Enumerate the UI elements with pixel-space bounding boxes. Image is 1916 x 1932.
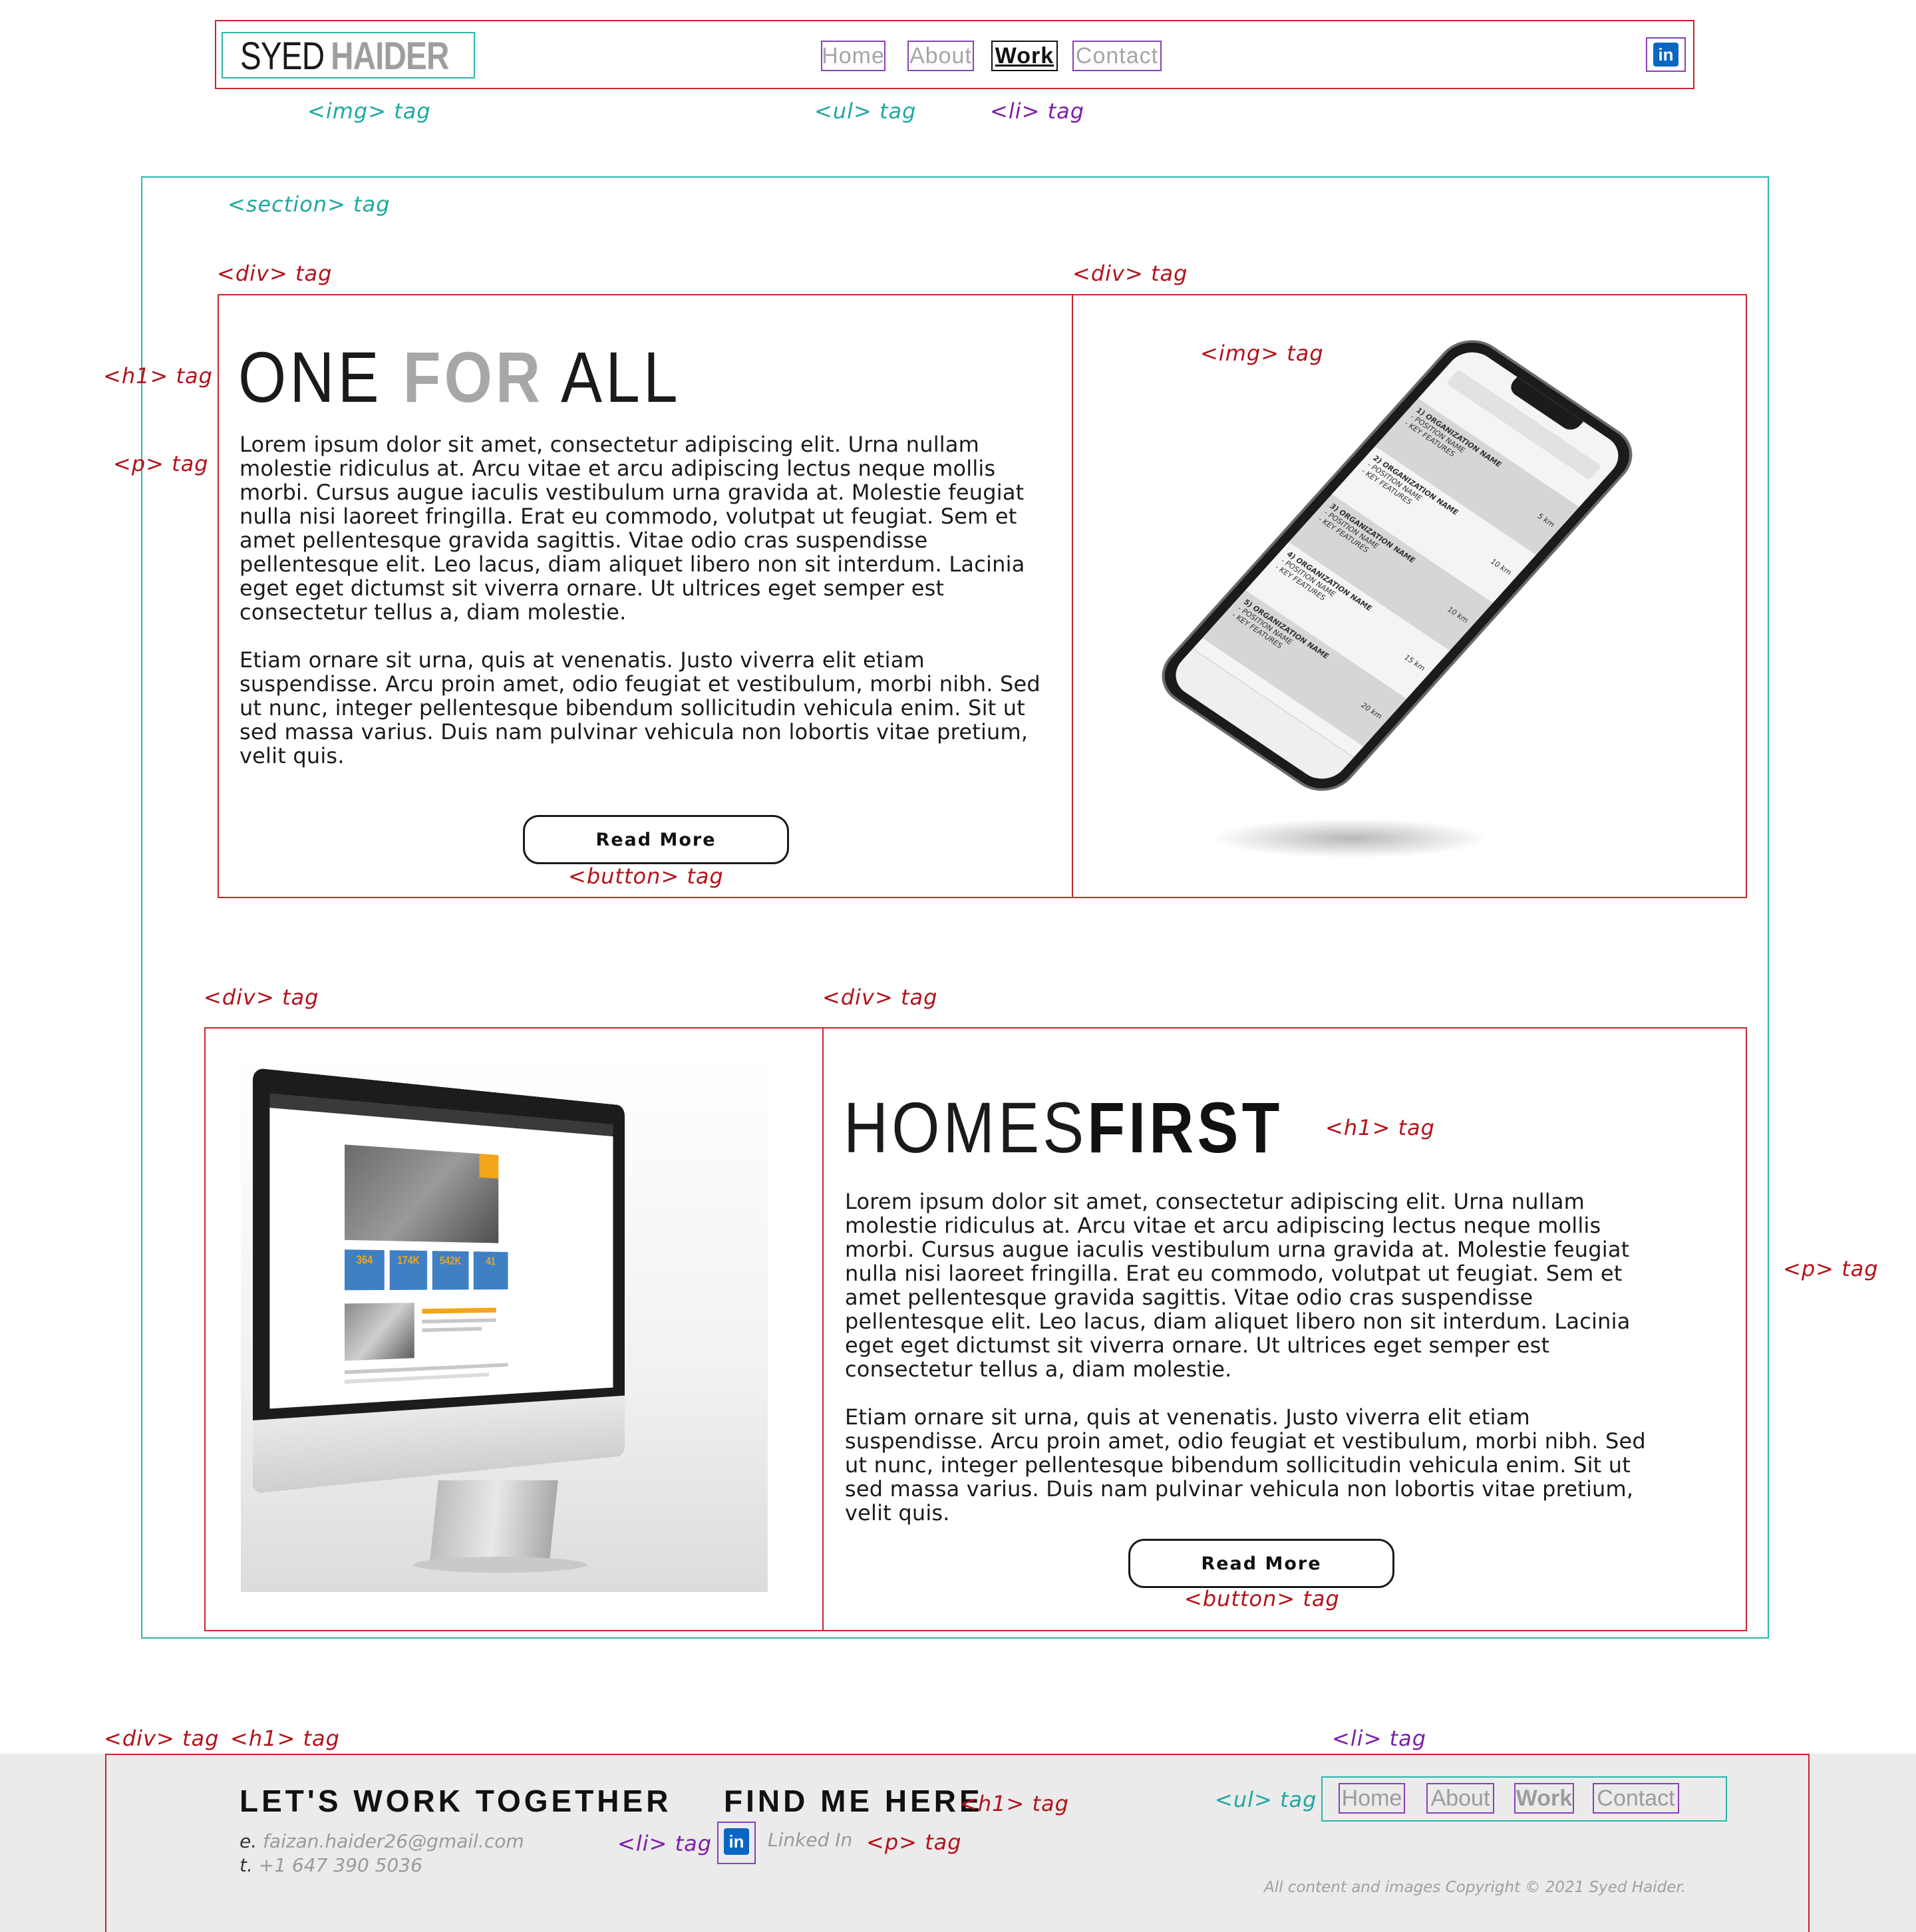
- tag-label-p-footer: <p> tag: [866, 1830, 962, 1855]
- footer-heading-work-together: LET'S WORK TOGETHER: [240, 1784, 672, 1818]
- project1-title-all: ALL: [561, 337, 681, 417]
- project2-title-first: FIRST: [1087, 1087, 1283, 1168]
- phone-mockup-image: 1) ORGANIZATION NAME - POSITION NAME - KEY…: [1091, 313, 1643, 872]
- imac-stat-tile: 41: [473, 1251, 508, 1290]
- linkedin-icon: in: [724, 1828, 749, 1855]
- tag-label-p-p1: <p> tag: [113, 451, 209, 476]
- imac-stat-tile: 364: [345, 1249, 385, 1291]
- nav-home[interactable]: Home: [821, 41, 885, 71]
- logo-image[interactable]: SYED HAIDER: [222, 32, 475, 79]
- footer-nav-work[interactable]: Work: [1514, 1783, 1574, 1814]
- imac-mockup-image: 364 174K 542K 41: [241, 1054, 768, 1592]
- nav-work[interactable]: Work: [991, 41, 1058, 71]
- nav-about[interactable]: About: [907, 41, 974, 71]
- tag-label-div-footer: <div> tag: [104, 1726, 220, 1751]
- footer-nav-about[interactable]: About: [1426, 1783, 1494, 1814]
- tag-label-h1-footer: <h1> tag: [230, 1726, 340, 1751]
- header-linkedin-link[interactable]: in: [1646, 37, 1686, 72]
- tag-label-li-header: <li> tag: [990, 98, 1085, 124]
- project2-paragraph-1: Lorem ipsum dolor sit amet, consectetur …: [845, 1189, 1631, 1382]
- footer-nav-home[interactable]: Home: [1339, 1783, 1405, 1814]
- project1-title: ONE FOR ALL: [238, 341, 681, 414]
- logo-second-word: HAIDER: [331, 35, 449, 78]
- tag-label-li-footer-linkedin: <li> tag: [617, 1831, 713, 1856]
- imac-stat-tile: 542K: [432, 1251, 469, 1290]
- project1-paragraph-2: Etiam ornare sit urna, quis at venenatis…: [240, 647, 1040, 768]
- footer-linkedin-link[interactable]: in: [717, 1822, 756, 1864]
- project2-title: HOMESFIRST: [844, 1091, 1283, 1164]
- tag-label-h1-footer-2: <h1> tag: [959, 1791, 1069, 1816]
- project2-paragraph-2: Etiam ornare sit urna, quis at venenatis…: [845, 1404, 1646, 1526]
- footer-linkedin-label[interactable]: Linked In: [768, 1828, 852, 1852]
- project1-title-for: FOR: [402, 337, 544, 417]
- tag-label-div-p2-image: <div> tag: [204, 985, 319, 1010]
- tag-label-button-p1: <button> tag: [568, 864, 724, 889]
- tag-label-p-p2: <p> tag: [1783, 1256, 1879, 1281]
- project1-paragraph: Lorem ipsum dolor sit amet, consectetur …: [240, 432, 1064, 792]
- logo-first-word: SYED: [240, 35, 325, 78]
- project2-read-more-button[interactable]: Read More: [1128, 1539, 1394, 1588]
- imac-stat-tile: 174K: [389, 1250, 428, 1291]
- project2-title-homes: HOMES: [844, 1087, 1088, 1168]
- tag-label-ul-footer: <ul> tag: [1215, 1787, 1317, 1812]
- imac-stats: 364 174K 542K 41: [345, 1249, 508, 1291]
- footer-heading-find-me: FIND ME HERE: [724, 1784, 983, 1818]
- footer-nav-contact[interactable]: Contact: [1593, 1783, 1679, 1814]
- project1-title-one: ONE: [238, 337, 383, 417]
- footer-copyright: All content and images Copyright © 2021 …: [1264, 1879, 1686, 1896]
- linkedin-icon: in: [1653, 43, 1678, 67]
- tag-label-ul-header: <ul> tag: [814, 98, 917, 124]
- email-key: e.: [240, 1830, 257, 1852]
- tag-label-button-p2: <button> tag: [1184, 1586, 1340, 1611]
- tag-label-h1-p2: <h1> tag: [1325, 1115, 1435, 1140]
- footer-email[interactable]: faizan.haider26@gmail.com: [263, 1830, 524, 1852]
- phone-key: t.: [240, 1854, 253, 1876]
- project2-paragraph: Lorem ipsum dolor sit amet, consectetur …: [845, 1190, 1670, 1549]
- project1-paragraph-1: Lorem ipsum dolor sit amet, consectetur …: [240, 432, 1025, 625]
- tag-label-li-footer: <li> tag: [1332, 1726, 1427, 1751]
- tag-label-div-p1-text: <div> tag: [217, 261, 333, 286]
- project1-read-more-button[interactable]: Read More: [523, 815, 789, 864]
- nav-contact[interactable]: Contact: [1072, 41, 1162, 71]
- tag-label-div-p2-text: <div> tag: [822, 985, 938, 1010]
- footer-contact: e. faizan.haider26@gmail.com t. +1 647 3…: [240, 1830, 524, 1877]
- footer-phone[interactable]: +1 647 390 5036: [259, 1854, 422, 1876]
- tag-label-img-header: <img> tag: [307, 98, 431, 124]
- tag-label-h1-p1: <h1> tag: [103, 363, 213, 389]
- tag-label-div-p1-image: <div> tag: [1072, 261, 1188, 286]
- tag-label-section: <section> tag: [228, 192, 391, 217]
